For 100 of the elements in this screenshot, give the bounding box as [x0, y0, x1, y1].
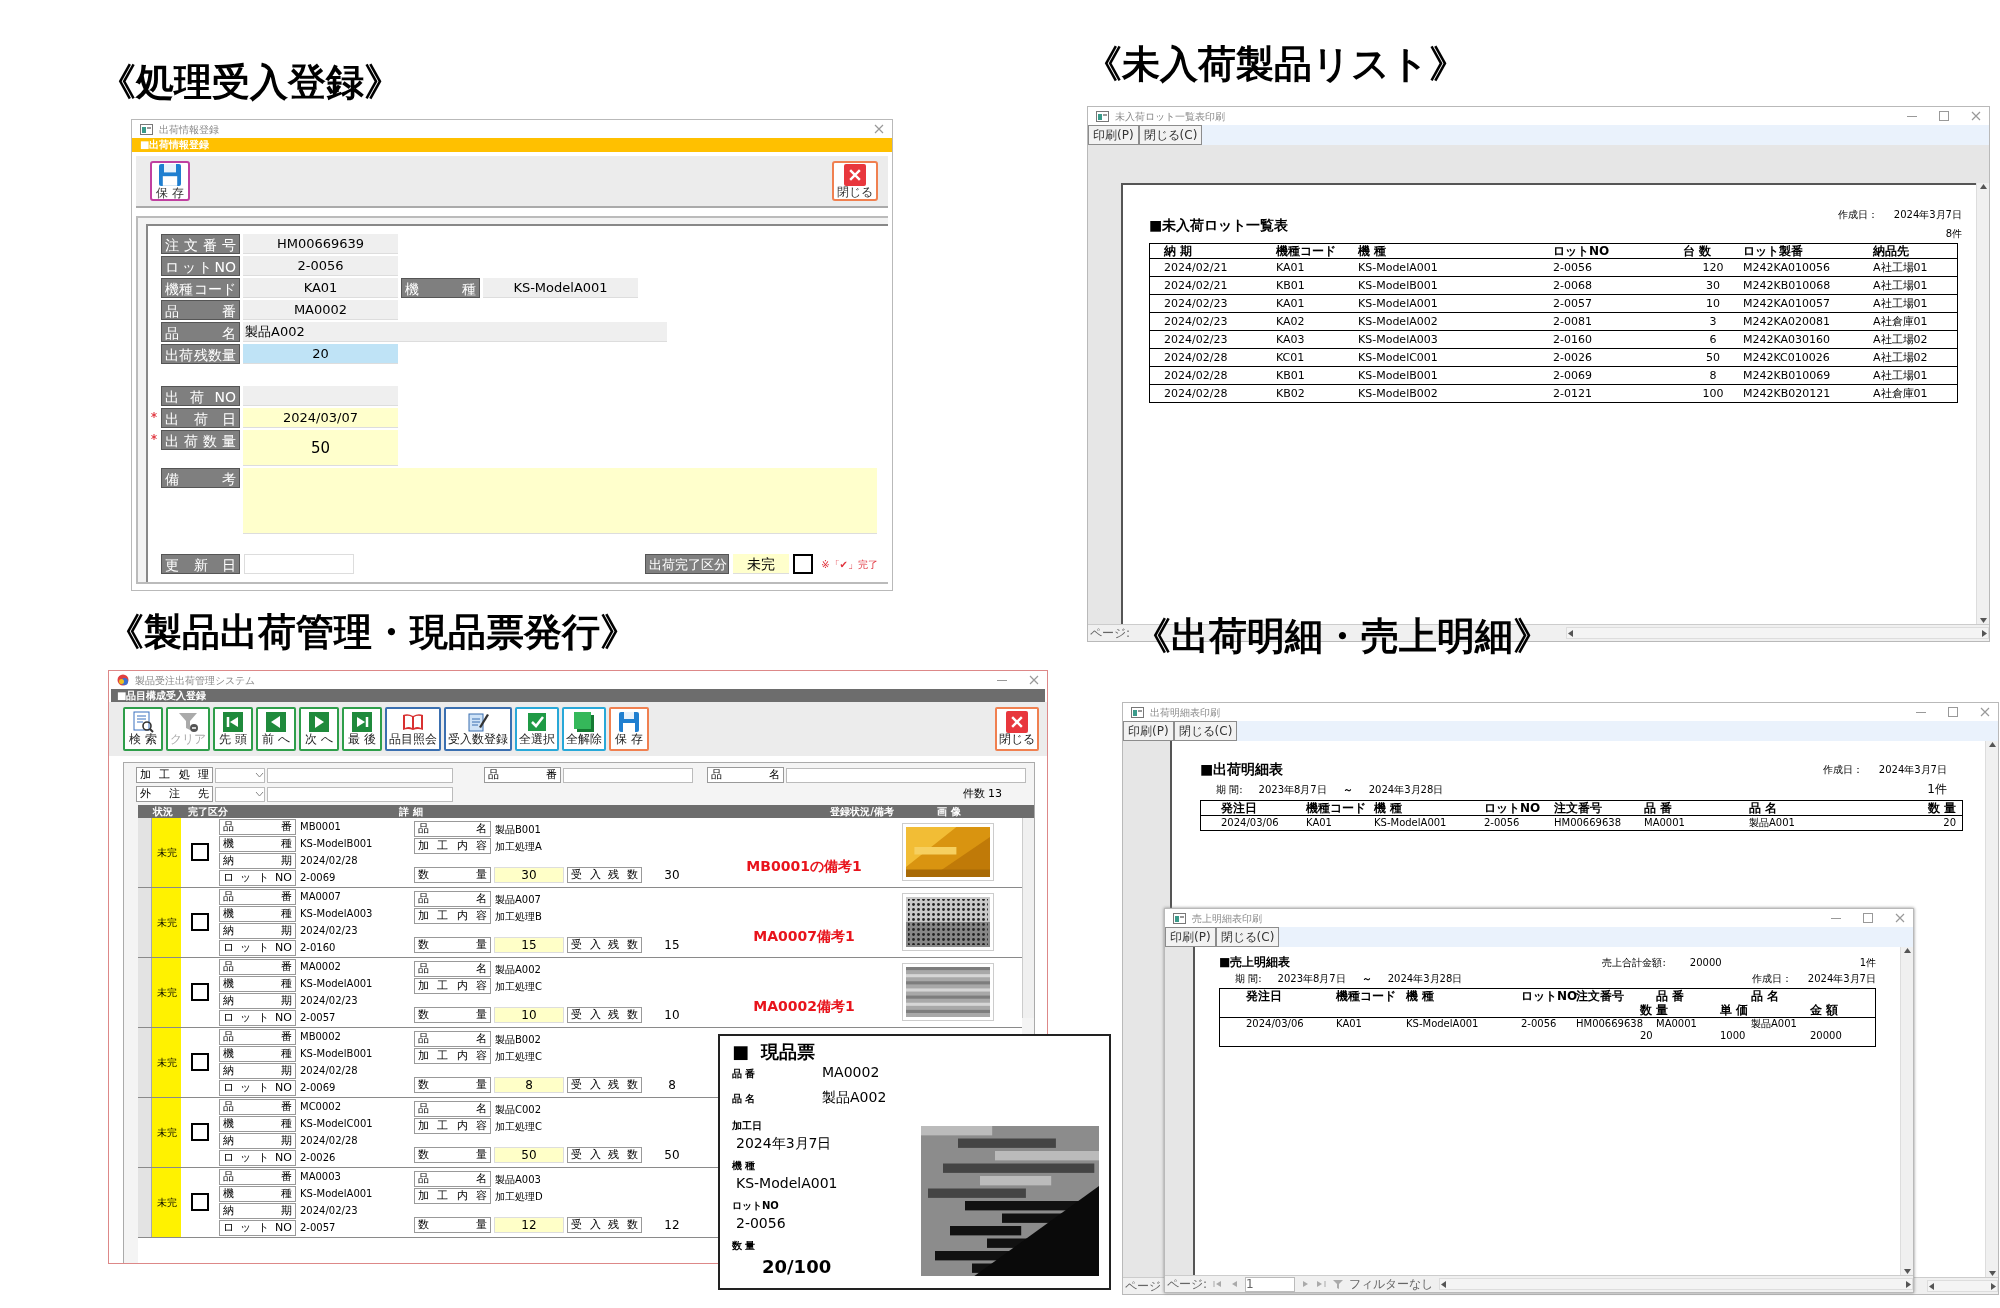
toolbar-button[interactable]: 受入数登録 — [444, 707, 512, 751]
field-label: 品番 — [219, 1168, 296, 1185]
table-cell-text: A社倉庫01 — [1873, 386, 1929, 402]
input-field[interactable]: 2024/03/07 — [243, 408, 398, 428]
toolbar-button[interactable]: 先 頭 — [213, 707, 253, 751]
input-field[interactable]: 20 — [243, 344, 398, 364]
field-label: 納期 — [219, 1132, 296, 1149]
toolbar-button[interactable]: 全選択 — [515, 707, 559, 751]
column-header: 機 種 — [1374, 801, 1404, 815]
field-value: 2024/02/28 — [299, 1064, 358, 1078]
section-heading: 《出荷明細・売上明細》 — [1133, 614, 1551, 660]
table-cell-text: 2-0057 — [1553, 296, 1593, 312]
table-cell-text: M242KA030160 — [1743, 332, 1832, 348]
input-field[interactable]: 2-0056 — [243, 256, 398, 276]
field-value: 加工処理C — [494, 1049, 542, 1064]
table-cell-text: 10 — [1705, 296, 1721, 312]
input-field[interactable]: KS-ModelA001 — [483, 278, 638, 298]
field-label: 品名 — [414, 1031, 491, 1047]
table-cell-text: 2024/03/06 — [1221, 816, 1280, 830]
column-header: 単 価 — [1720, 1003, 1750, 1017]
field-label: ロットNO — [219, 1009, 296, 1026]
table-cell-text: 50 — [1705, 350, 1721, 366]
field-label: 外注先 — [136, 786, 213, 803]
input-field[interactable]: 製品A002 — [243, 322, 667, 342]
field-label: 納期 — [219, 922, 296, 939]
table-cell-text: KS-ModelA001 — [1374, 816, 1448, 830]
input-field[interactable]: MA0002 — [243, 300, 398, 320]
table-cell-text: KS-ModelA001 — [1406, 1018, 1480, 1030]
toolbar-button[interactable]: 検 索 — [123, 707, 163, 751]
field-label: 品番 — [219, 1098, 296, 1115]
field-label: 機種コード — [161, 278, 240, 298]
input-field[interactable]: 12 — [494, 1217, 564, 1233]
toolbar-button[interactable]: 閉じる(C) — [1215, 927, 1280, 947]
toolbar-button[interactable]: 前 へ — [256, 707, 296, 751]
field-value: 2024/02/28 — [299, 854, 358, 868]
field-label: 受入残数 — [567, 867, 642, 883]
field-label: ロットNO — [161, 256, 240, 276]
table-cell-text: M242KB010068 — [1743, 278, 1832, 294]
column-header: 納 期 — [1164, 244, 1194, 258]
table-cell-text: KA01 — [1336, 1018, 1363, 1030]
table-cell-text: 8 — [1708, 368, 1718, 384]
field-label: 機種 — [401, 278, 480, 298]
table-cell-text: 2024/02/28 — [1164, 350, 1229, 366]
field-value: 2-0056 — [735, 1213, 787, 1233]
table-cell-text: 2-0121 — [1553, 386, 1593, 402]
column-header: 登録状況/備考 — [829, 804, 894, 818]
toolbar-button[interactable]: 印刷(P) — [1165, 927, 1216, 947]
field-label: ロットNO — [219, 939, 296, 956]
table-cell-text: KS-ModelC001 — [1358, 350, 1439, 366]
table-cell-text: 製品A001 — [1749, 816, 1796, 830]
input-field[interactable]: 50 — [494, 1147, 564, 1163]
field-value: 加工処理D — [494, 1189, 543, 1204]
period-label: 期 間: — [1216, 782, 1243, 797]
input-field[interactable]: KA01 — [243, 278, 398, 298]
save-button[interactable]: 保 存 — [150, 161, 190, 201]
column-header: 機種コード — [1276, 244, 1337, 258]
period-end: 2024年3月28日 — [1368, 782, 1444, 797]
column-header: 金 額 — [1810, 1003, 1840, 1017]
input-field[interactable]: 8 — [494, 1077, 564, 1093]
table-cell-text: KA03 — [1276, 332, 1306, 348]
field-label: 数量 — [414, 1077, 491, 1093]
field-value: KS-ModelA001 — [299, 977, 373, 991]
field-value: 製品A003 — [494, 1172, 541, 1187]
title-banner: ■品目構成受入登録 — [111, 689, 1045, 702]
column-header: 発注日 — [1246, 989, 1283, 1003]
page-number-field[interactable]: 1 — [1245, 1276, 1296, 1292]
toolbar-button[interactable]: 保 存 — [609, 707, 649, 751]
field-label: 数 量 — [732, 1238, 757, 1253]
close-button[interactable]: 閉じる — [995, 707, 1039, 751]
input-field[interactable]: HM00669639 — [243, 234, 398, 254]
toolbar-button[interactable]: 品目照会 — [385, 707, 441, 751]
table-cell-text: 2024/02/28 — [1164, 386, 1229, 402]
close-button[interactable]: 閉じる — [832, 161, 878, 201]
toolbar-button[interactable]: 印刷(P) — [1123, 721, 1174, 741]
toolbar-button[interactable]: 閉じる(C) — [1138, 125, 1203, 145]
section-heading: 《製品出荷管理・現品票発行》 — [106, 610, 638, 656]
column-header: 発注日 — [1221, 801, 1258, 815]
toolbar-button[interactable]: 次 へ — [299, 707, 339, 751]
field-label: 受入残数 — [567, 937, 642, 953]
field-value: 2024年3月7日 — [735, 1133, 833, 1153]
column-header: 画 像 — [936, 804, 962, 818]
toolbar-button[interactable]: 全解除 — [562, 707, 606, 751]
field-value: 製品A002 — [494, 962, 541, 977]
table-cell-text: KB01 — [1276, 278, 1306, 294]
table-cell-text: 100 — [1701, 386, 1725, 402]
field-value: KS-ModelB001 — [299, 1047, 373, 1061]
toolbar-button[interactable]: 閉じる(C) — [1173, 721, 1238, 741]
input-field[interactable]: 15 — [494, 937, 564, 953]
field-label: 数量 — [414, 937, 491, 953]
field-label: 注文番号 — [161, 234, 240, 254]
table-cell-text: M242KB010069 — [1743, 368, 1832, 384]
toolbar-button[interactable]: 印刷(P) — [1088, 125, 1139, 145]
input-field[interactable]: 30 — [494, 867, 564, 883]
toolbar-button[interactable]: 最 後 — [342, 707, 382, 751]
input-field[interactable]: 10 — [494, 1007, 564, 1023]
record-count: 1件 — [1859, 955, 1876, 970]
section-heading: 《未入荷製品リスト》 — [1084, 42, 1467, 88]
field-label: 品名 — [414, 1171, 491, 1187]
table-cell-text: A社工場01 — [1873, 260, 1929, 276]
input-field[interactable]: 50 — [243, 430, 398, 466]
